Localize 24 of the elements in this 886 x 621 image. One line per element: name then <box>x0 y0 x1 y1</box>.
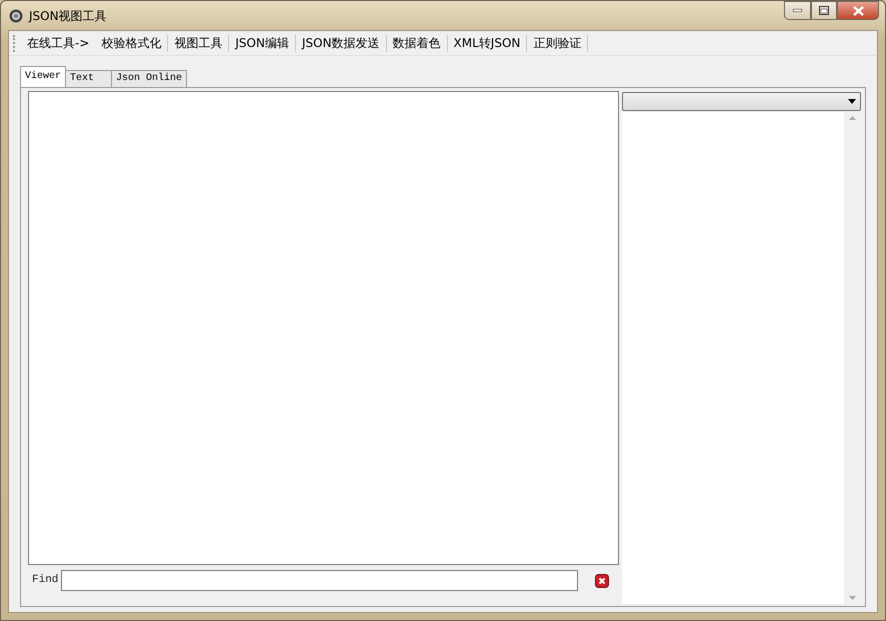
minimize-button[interactable] <box>784 1 811 20</box>
find-field[interactable] <box>61 570 578 591</box>
close-icon <box>852 6 864 16</box>
window-title: JSON视图工具 <box>29 8 107 24</box>
maximize-button[interactable] <box>811 1 837 20</box>
find-label: Find <box>32 573 58 588</box>
menu-item[interactable]: 正则验证 <box>527 34 588 52</box>
maximize-icon <box>819 6 829 15</box>
tab[interactable]: Json Online <box>111 70 188 87</box>
clear-icon[interactable] <box>595 574 610 588</box>
caret-icon <box>848 99 856 104</box>
menu-item[interactable]: 校验格式化 <box>95 34 168 52</box>
menu-item[interactable]: JSON数据发送 <box>296 34 386 52</box>
menu-item[interactable]: 在线工具-> <box>21 34 96 52</box>
menu-item[interactable]: XML转JSON <box>448 34 526 52</box>
menu-item[interactable]: 数据着色 <box>386 34 447 52</box>
menu-item[interactable]: 视图工具 <box>168 34 228 52</box>
minimize-icon <box>793 9 802 12</box>
app-icon <box>9 8 23 22</box>
menu-item[interactable]: JSON编辑 <box>229 34 295 52</box>
dropdown[interactable] <box>622 92 861 111</box>
close-button[interactable] <box>837 1 879 20</box>
tab[interactable]: Viewer <box>20 66 66 87</box>
tab[interactable]: Text <box>65 70 112 87</box>
